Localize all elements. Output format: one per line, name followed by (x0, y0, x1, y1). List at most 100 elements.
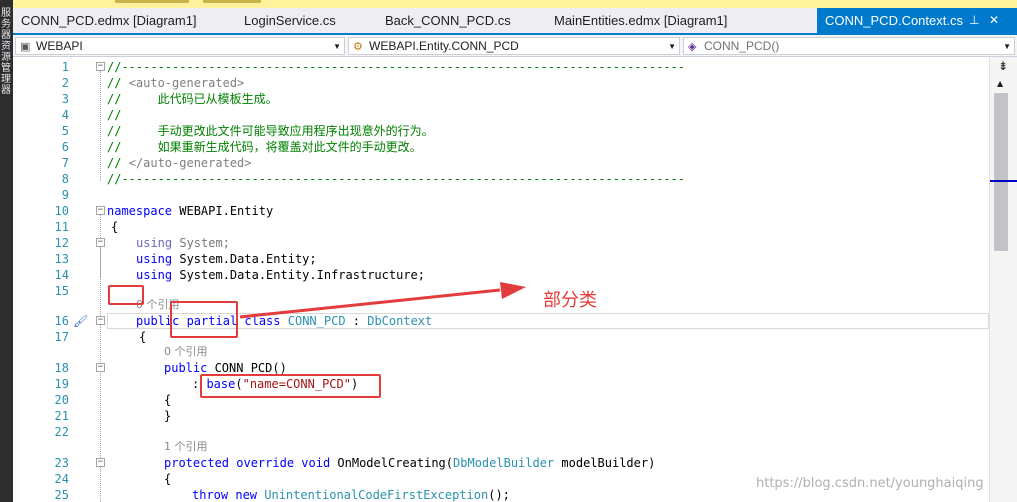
line-number: 16 (54, 314, 69, 328)
param-type: DbModelBuilder (453, 456, 555, 470)
code-line-20: { (164, 393, 172, 407)
fold-toggle[interactable]: − (96, 206, 105, 215)
line-number: 23 (54, 456, 69, 470)
line-number: 24 (54, 472, 69, 486)
keyword: throw (192, 488, 229, 502)
tab-back-conn-pcd[interactable]: Back_CONN_PCD.cs (377, 8, 547, 33)
code-line-8: //--------------------------------------… (107, 172, 685, 186)
codelens-references[interactable]: 0 个引用 (164, 344, 208, 360)
line-number: 10 (54, 204, 69, 218)
line-number: 21 (54, 409, 69, 423)
split-editor-button[interactable]: ⇟ (994, 58, 1012, 74)
code-line-25: throw new UnintentionalCodeFirstExceptio… (192, 487, 510, 502)
csharp-project-icon: ▣ (20, 41, 31, 53)
line-number: 18 (54, 361, 69, 375)
code-line-2: // <auto-generated> (107, 75, 244, 91)
tab-main-entities-edmx[interactable]: MainEntities.edmx [Diagram1] (546, 8, 816, 33)
fold-toggle[interactable]: − (96, 238, 105, 247)
quick-action-brush-icon[interactable]: 🖌 (73, 314, 88, 328)
xml-doc-tag: </auto-generated> (128, 156, 252, 170)
code-line-10: namespace WEBAPI.Entity (107, 203, 273, 219)
chevron-down-icon: ▼ (1003, 42, 1011, 51)
annotation-arrow-icon (239, 282, 526, 319)
code-line-24: { (164, 472, 172, 486)
close-icon[interactable]: ✕ (989, 8, 999, 33)
line-number: 4 (61, 108, 69, 122)
line-number: 9 (61, 188, 69, 202)
keyword: using (136, 252, 173, 266)
code-line-3: // 此代码已从模板生成。 (107, 92, 278, 106)
line-number: 5 (61, 124, 69, 138)
code-line-12: using System; (136, 235, 230, 251)
scroll-up-icon[interactable]: ▲ (997, 79, 1003, 88)
comment-text: // (107, 156, 129, 170)
fold-guide (100, 247, 101, 277)
pin-icon[interactable]: ⊥ (969, 8, 979, 33)
scrollbar-thumb[interactable] (994, 93, 1008, 251)
param-name: modelBuilder) (554, 456, 656, 470)
line-number: 1 (61, 60, 69, 74)
annotation-box-partial (170, 301, 238, 338)
punctuation: (); (488, 488, 510, 502)
fold-toggle[interactable]: − (96, 363, 105, 372)
code-editor[interactable]: 1 2 3 4 5 6 7 8 9 10 11 12 13 14 15 16 1… (13, 57, 989, 502)
server-explorer-label[interactable]: 服务器资源管理器 (1, 8, 12, 96)
line-number: 13 (54, 252, 69, 266)
chevron-down-icon: ▼ (668, 42, 676, 51)
code-line-6: // 如果重新生成代码，将覆盖对此文件的手动更改。 (107, 140, 422, 154)
code-line-11: { (111, 220, 119, 234)
member-dropdown[interactable]: ◈ CONN_PCD() ▼ (683, 37, 1015, 55)
fold-guide (100, 71, 101, 181)
server-explorer-strip[interactable]: 服务器资源管理器 (0, 0, 13, 502)
keyword: override (229, 456, 295, 470)
line-number: 7 (61, 156, 69, 170)
line-number: 19 (54, 377, 69, 391)
member-dropdown-value: CONN_PCD() (704, 39, 780, 53)
line-number: 8 (61, 172, 69, 186)
tab-conn-pcd-edmx[interactable]: CONN_PCD.edmx [Diagram1] (13, 8, 228, 33)
class-dropdown-value: WEBAPI.Entity.CONN_PCD (369, 39, 519, 53)
line-number: 3 (61, 92, 69, 106)
codelens-references[interactable]: 1 个引用 (164, 439, 208, 455)
tab-label: LoginService.cs (244, 13, 336, 28)
line-number: 6 (61, 140, 69, 154)
line-number: 11 (54, 220, 69, 234)
keyword: new (228, 488, 258, 502)
band-mark (115, 0, 189, 3)
fold-toggle[interactable]: − (96, 316, 105, 325)
line-number: 25 (54, 488, 69, 502)
constructor-name: CONN_PCD() (207, 361, 287, 375)
namespace-name: WEBAPI.Entity (172, 204, 274, 218)
tab-label: Back_CONN_PCD.cs (385, 13, 511, 28)
class-icon: ⚙ (353, 41, 363, 53)
fold-toggle[interactable]: − (96, 458, 105, 467)
line-number: 12 (54, 236, 69, 250)
keyword: protected (164, 456, 230, 470)
top-highlight-band (13, 0, 1017, 8)
code-line-7: // </auto-generated> (107, 155, 252, 171)
method-icon: ◈ (688, 41, 697, 53)
code-line-5: // 手动更改此文件可能导致应用程序出现意外的行为。 (107, 124, 434, 138)
project-dropdown[interactable]: ▣ WEBAPI ▼ (15, 37, 345, 55)
code-line-13: using System.Data.Entity; (136, 251, 317, 267)
project-dropdown-value: WEBAPI (36, 39, 83, 53)
band-mark (203, 0, 261, 3)
using-target: System.Data.Entity; (172, 252, 317, 266)
using-target: System; (172, 236, 230, 250)
annotation-box-small (108, 285, 144, 305)
line-number: 17 (54, 330, 69, 344)
tab-label: CONN_PCD.Context.cs (825, 13, 963, 28)
class-dropdown[interactable]: ⚙ WEBAPI.Entity.CONN_PCD ▼ (348, 37, 680, 55)
keyword: using (136, 236, 173, 250)
code-line-4: // (107, 108, 122, 122)
navigation-bar: ▣ WEBAPI ▼ ⚙ WEBAPI.Entity.CONN_PCD ▼ ◈ … (13, 35, 1017, 57)
code-line-1: //--------------------------------------… (107, 60, 685, 74)
tab-login-service[interactable]: LoginService.cs (236, 8, 376, 33)
tab-conn-pcd-context[interactable]: CONN_PCD.Context.cs ⊥ ✕ (817, 8, 1017, 33)
tab-label: MainEntities.edmx [Diagram1] (554, 13, 728, 28)
keyword: namespace (107, 204, 173, 218)
fold-toggle[interactable]: − (96, 62, 105, 71)
document-tab-bar: CONN_PCD.edmx [Diagram1] LoginService.cs… (13, 8, 1017, 35)
vertical-scrollbar[interactable]: ⇟ ▲ (989, 57, 1017, 502)
code-line-17: { (139, 330, 147, 344)
